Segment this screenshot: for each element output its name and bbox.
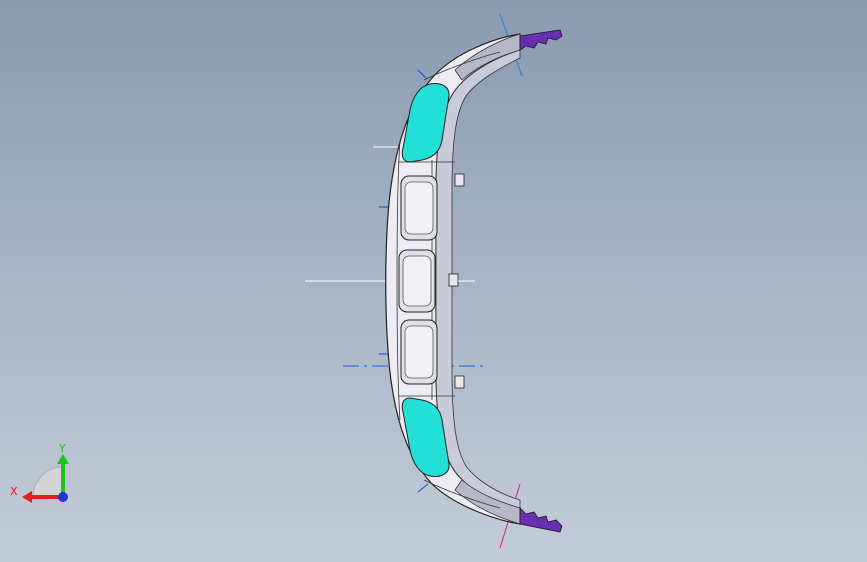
vent-lower: [400, 319, 438, 385]
tick-bottom: [417, 483, 429, 493]
orientation-triad[interactable]: Y X: [8, 440, 78, 510]
mount-tab-1: [454, 173, 465, 187]
clip-bottom: [519, 507, 563, 533]
triad-x-label: X: [10, 485, 18, 498]
model-view[interactable]: [0, 0, 867, 562]
triad-y-label: Y: [58, 442, 66, 455]
mount-tab-3: [454, 375, 465, 389]
graphics-viewport[interactable]: Y X: [0, 0, 867, 562]
mount-tab-2: [448, 273, 459, 287]
triad-x-arrow: [22, 491, 32, 503]
vent-middle: [398, 249, 436, 313]
triad-z-axis: [58, 492, 68, 502]
vent-upper: [400, 175, 438, 241]
tick-top: [417, 69, 427, 79]
clip-top: [519, 29, 563, 51]
triad-y-arrow: [57, 454, 69, 464]
triad-base-sector: [32, 466, 64, 498]
